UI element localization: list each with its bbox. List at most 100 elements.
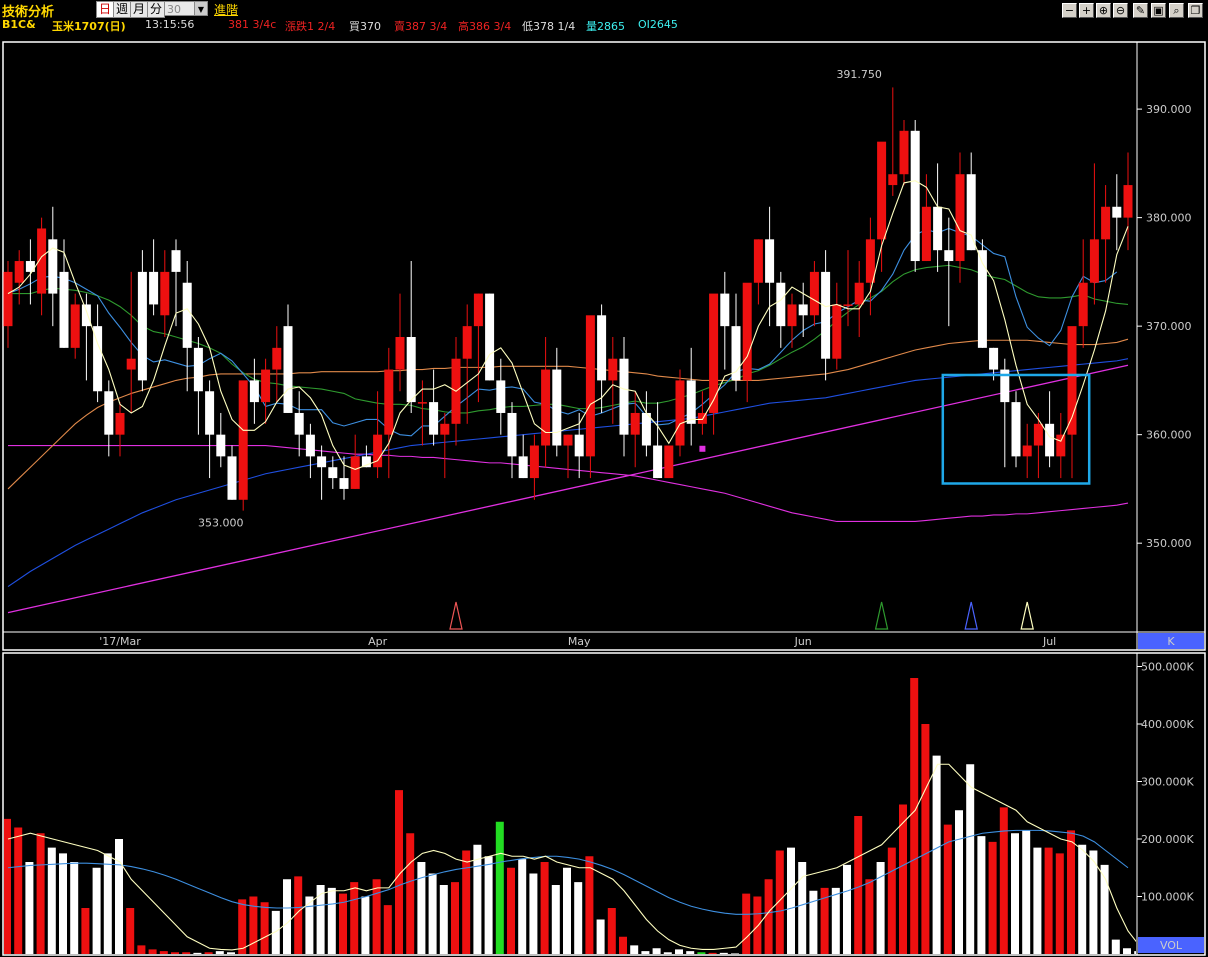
volume-bar bbox=[854, 816, 863, 954]
volume-bar bbox=[708, 952, 717, 954]
candle bbox=[1067, 326, 1077, 479]
candle-body bbox=[630, 412, 640, 435]
candle-body bbox=[552, 369, 562, 446]
volume-tick-label: 400.000K bbox=[1141, 718, 1194, 731]
price-tick-label: 360.000 bbox=[1146, 429, 1192, 442]
signal-triangle bbox=[449, 601, 463, 630]
candle-body bbox=[1101, 206, 1111, 240]
candle-body bbox=[585, 315, 595, 457]
volume-bar bbox=[193, 952, 202, 954]
candle-body bbox=[160, 271, 170, 316]
candle bbox=[944, 217, 954, 327]
volume-bar bbox=[372, 879, 381, 954]
volume-bar bbox=[1011, 833, 1019, 954]
candle bbox=[160, 250, 170, 337]
volume-tick-label: 200.000K bbox=[1141, 833, 1194, 846]
candle-body bbox=[742, 282, 752, 381]
candle-body bbox=[216, 434, 226, 457]
candle-body bbox=[899, 130, 909, 175]
volume-bar bbox=[1111, 939, 1120, 954]
candle-body bbox=[294, 412, 304, 435]
volume-bar bbox=[742, 893, 751, 954]
volume-bar bbox=[81, 908, 90, 954]
volume-bar bbox=[182, 952, 191, 954]
candle bbox=[518, 434, 528, 479]
candle bbox=[25, 239, 35, 305]
candle-body bbox=[821, 271, 831, 359]
candle-body bbox=[809, 271, 819, 316]
candle-body bbox=[518, 456, 528, 479]
volume-tick-label: 300.000K bbox=[1141, 776, 1194, 789]
volume-bar bbox=[753, 896, 762, 954]
candle bbox=[417, 380, 427, 446]
candle bbox=[283, 304, 293, 413]
candle bbox=[753, 239, 763, 305]
price-layer: 390.000 380.000 370.000 360.000 350.000 '17/M… bbox=[3, 68, 1192, 648]
volume-bar bbox=[36, 833, 45, 954]
candle-body bbox=[272, 347, 282, 370]
volume-bar bbox=[1078, 844, 1087, 954]
candle bbox=[686, 347, 696, 446]
volume-bar bbox=[540, 862, 549, 954]
volume-bar bbox=[988, 841, 997, 954]
volume-bar bbox=[585, 856, 594, 954]
volume-bar bbox=[383, 905, 392, 954]
volume-bar bbox=[25, 862, 34, 954]
trendline bbox=[7, 364, 1129, 614]
candle bbox=[1022, 423, 1032, 479]
volume-bar bbox=[439, 885, 448, 954]
volume-bar bbox=[731, 953, 739, 954]
time-tick-label: Jul bbox=[1042, 635, 1056, 648]
candle bbox=[14, 250, 24, 305]
candle bbox=[675, 369, 685, 457]
candle bbox=[731, 293, 741, 392]
candle-body bbox=[261, 369, 271, 403]
price-tick-label: 350.000 bbox=[1146, 537, 1192, 550]
volume-bar bbox=[574, 882, 583, 954]
candle bbox=[955, 152, 965, 283]
candle bbox=[585, 315, 595, 479]
time-tick-label: '17/Mar bbox=[99, 635, 141, 648]
volume-bar bbox=[686, 951, 695, 954]
candle bbox=[305, 423, 315, 479]
candle-body bbox=[955, 174, 965, 262]
candle-body bbox=[70, 304, 80, 348]
candle-body bbox=[317, 456, 327, 468]
candle bbox=[317, 445, 327, 500]
candle bbox=[37, 217, 47, 316]
candle bbox=[529, 434, 539, 500]
volume-bar bbox=[697, 952, 706, 954]
candle bbox=[1011, 391, 1021, 468]
volume-bar bbox=[316, 885, 325, 954]
volume-bar bbox=[910, 678, 919, 954]
candle bbox=[877, 141, 887, 272]
volume-bar bbox=[596, 919, 605, 954]
candle bbox=[429, 369, 439, 446]
candle-body bbox=[507, 412, 517, 457]
candle-body bbox=[350, 456, 360, 489]
candle-body bbox=[137, 271, 147, 381]
volume-bar bbox=[406, 833, 415, 954]
candle bbox=[70, 293, 80, 359]
candle bbox=[249, 358, 259, 424]
candle-body bbox=[1056, 434, 1066, 457]
candle bbox=[485, 293, 495, 381]
candle-body bbox=[529, 445, 539, 479]
candle bbox=[216, 412, 226, 468]
candle-body bbox=[989, 347, 999, 370]
candle-body bbox=[462, 326, 472, 359]
volume-bar bbox=[215, 951, 224, 954]
candle bbox=[507, 402, 517, 479]
candle-body bbox=[238, 380, 248, 500]
candle-body bbox=[865, 239, 875, 283]
volume-bar bbox=[1055, 853, 1064, 954]
volume-bar bbox=[663, 952, 672, 954]
candle bbox=[496, 358, 506, 435]
candle bbox=[93, 304, 103, 403]
candle bbox=[1101, 185, 1111, 283]
candle-body bbox=[597, 315, 607, 381]
volume-bar bbox=[249, 896, 258, 954]
volume-bar bbox=[227, 952, 235, 954]
candle-body bbox=[440, 423, 450, 435]
volume-bar bbox=[417, 862, 426, 954]
